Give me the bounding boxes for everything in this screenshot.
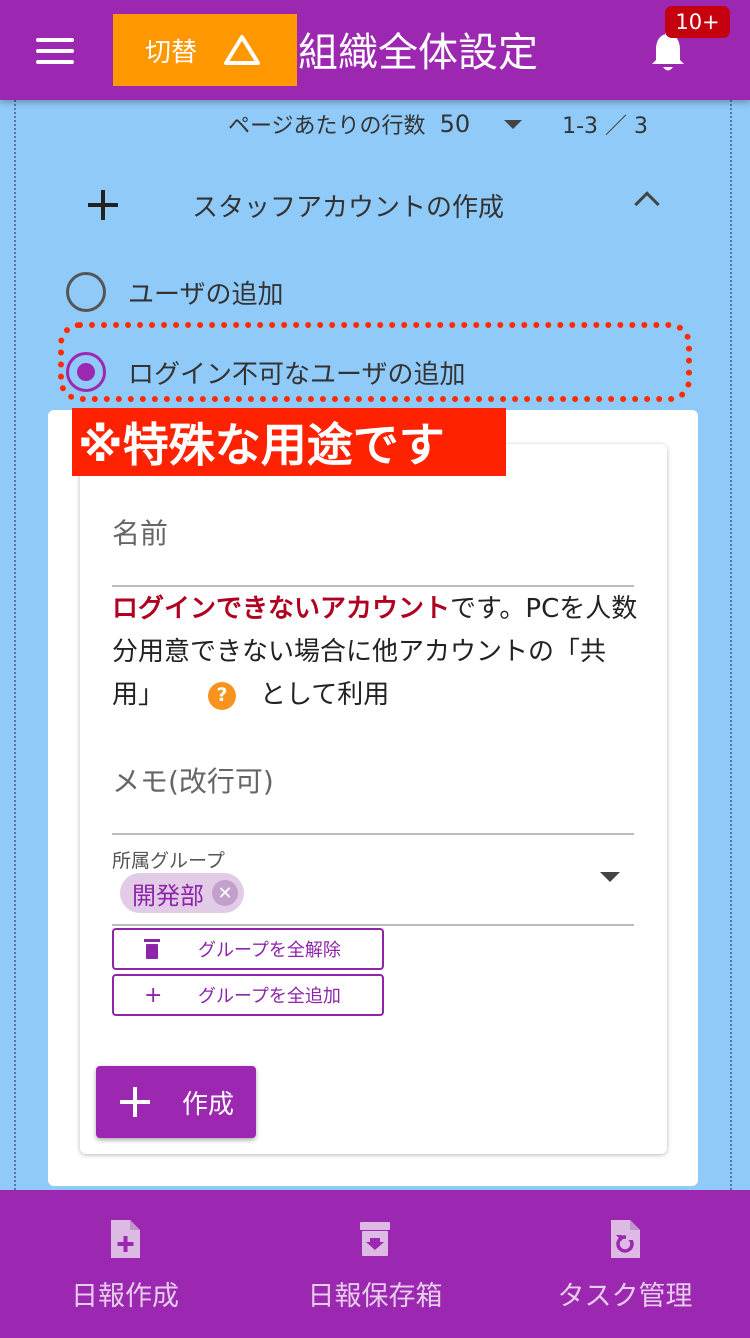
help-icon[interactable]: ? [208, 681, 237, 710]
add-groups-label: グループを全追加 [198, 986, 341, 1007]
create-button[interactable]: 作成 [96, 1066, 256, 1138]
triangle-icon [224, 35, 261, 65]
radio-label: ユーザの追加 [128, 279, 284, 310]
plus-icon [120, 1087, 150, 1117]
file-refresh-icon [611, 1220, 640, 1258]
nav-item-daily-report-create[interactable]: 日報作成 [0, 1190, 250, 1338]
add-groups-button[interactable]: + グループを全追加 [112, 974, 384, 1016]
clear-groups-button[interactable]: グループを全解除 [112, 928, 384, 970]
plus-icon: + [144, 982, 163, 1008]
annotation-highlight [58, 322, 692, 402]
page-title: 組織全体設定 [298, 30, 538, 76]
file-plus-icon [111, 1220, 140, 1258]
trash-icon [144, 939, 160, 959]
notification-badge: 10+ [665, 6, 730, 38]
frame-border-left [14, 100, 16, 1190]
group-select-label: 所属グループ [112, 850, 225, 872]
menu-icon[interactable] [36, 38, 74, 64]
name-underline [112, 585, 634, 587]
description-emphasis: ログインできないアカウント [112, 594, 451, 624]
radio-button[interactable] [66, 272, 106, 312]
nav-label: 日報作成 [71, 1281, 179, 1312]
chevron-up-icon[interactable] [634, 191, 660, 217]
group-chip[interactable]: 開発部 ✕ [120, 873, 244, 913]
description-part2: として利用 [260, 680, 390, 710]
section-title: スタッフアカウントの作成 [192, 192, 505, 223]
group-underline [112, 924, 634, 926]
nav-item-daily-report-archive[interactable]: 日報保存箱 [250, 1190, 500, 1338]
frame-border-right [730, 100, 732, 1190]
nav-item-task-management[interactable]: タスク管理 [500, 1190, 750, 1338]
group-chip-label: 開発部 [132, 881, 204, 910]
nav-label: 日報保存箱 [307, 1281, 443, 1312]
name-input[interactable]: 名前 [112, 512, 168, 552]
plus-icon [86, 188, 120, 222]
memo-underline [112, 833, 634, 835]
switch-label: 切替 [145, 37, 198, 68]
rows-dropdown-icon[interactable] [504, 119, 523, 129]
nav-label: タスク管理 [557, 1281, 693, 1312]
rows-per-page-value[interactable]: 50 [440, 110, 471, 138]
page-range: 1-3 ／ 3 [562, 114, 649, 139]
description-text: ログインできないアカウントです。PCを人数分用意できない場合に他アカウントの「共… [112, 588, 642, 717]
bottom-navigation: 日報作成 日報保存箱 タスク管理 [0, 1190, 750, 1338]
pagination: ページあたりの行数 50 1-3 ／ 3 [228, 108, 648, 140]
radio-add-user[interactable]: ユーザの追加 [66, 272, 283, 312]
rows-per-page-label: ページあたりの行数 [228, 114, 426, 139]
close-icon[interactable]: ✕ [212, 880, 238, 906]
create-staff-section-header[interactable]: スタッフアカウントの作成 [86, 175, 666, 235]
clear-groups-label: グループを全解除 [198, 940, 341, 961]
annotation-banner: ※特殊な用途です [72, 408, 506, 476]
archive-icon [360, 1222, 390, 1256]
switch-button[interactable]: 切替 [113, 14, 297, 86]
memo-input[interactable]: メモ(改行可) [112, 760, 274, 800]
create-label: 作成 [182, 1089, 235, 1120]
app-header: 切替 組織全体設定 10+ [0, 0, 750, 100]
group-dropdown-icon[interactable] [600, 872, 620, 882]
